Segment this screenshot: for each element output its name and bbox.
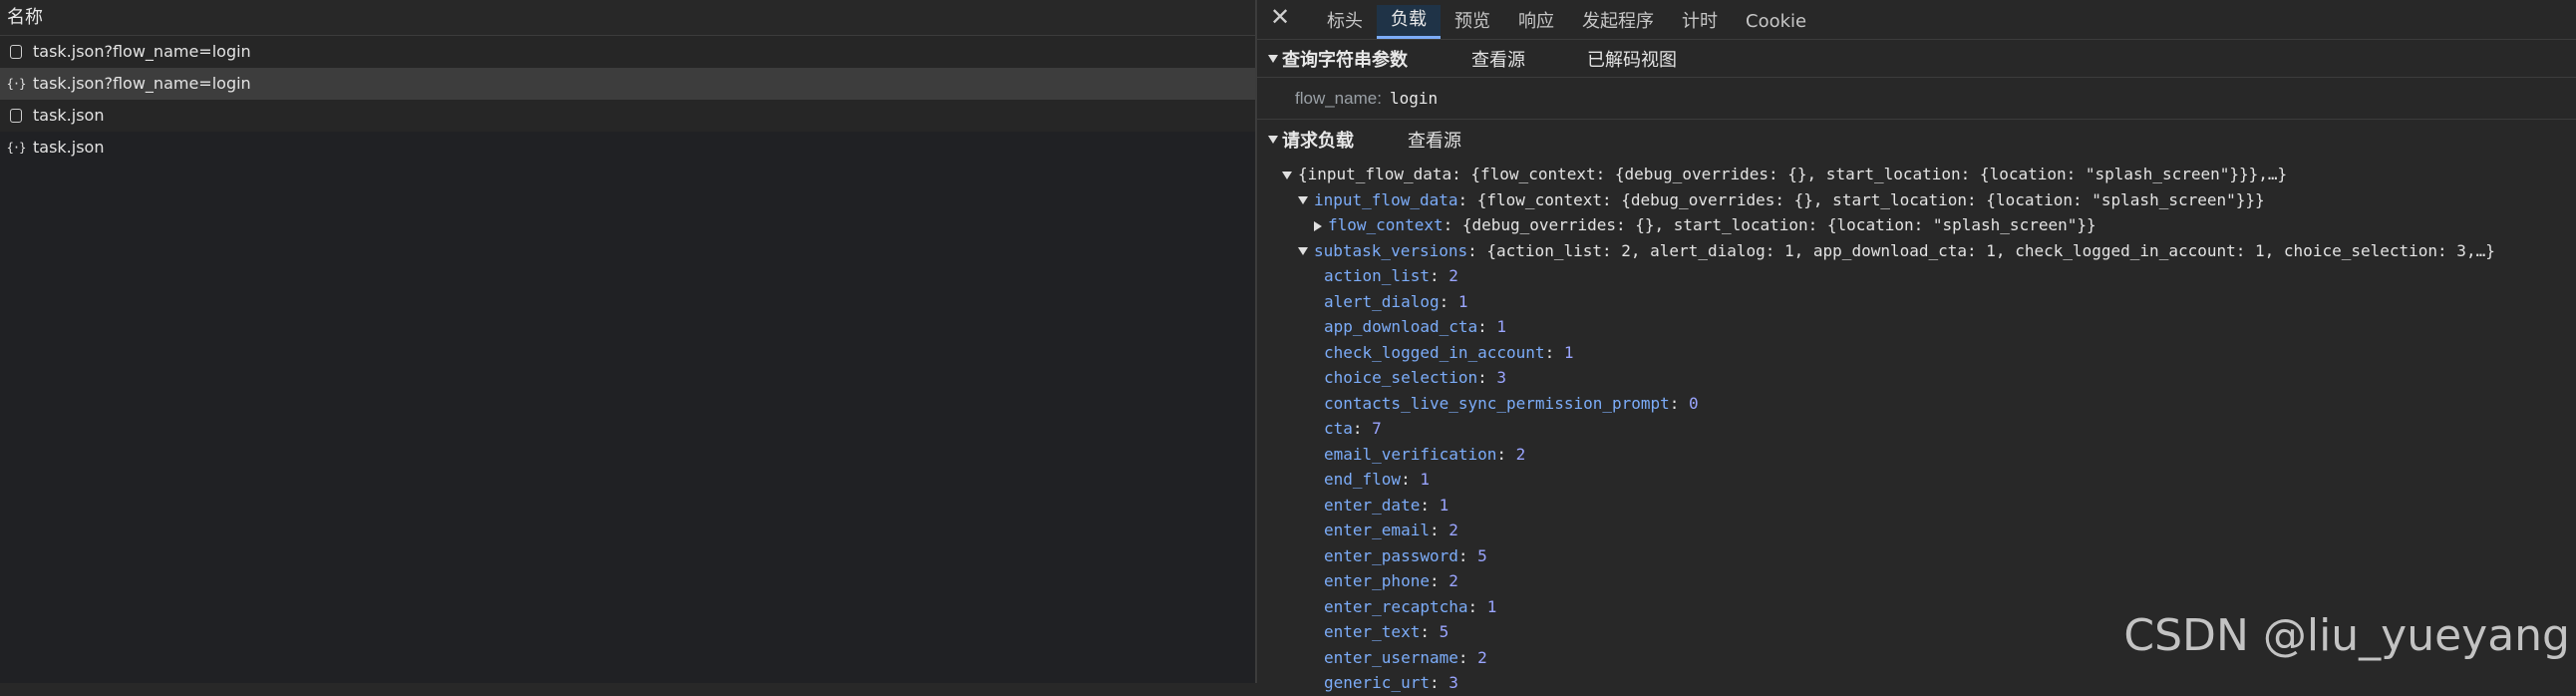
tree-summary: {action_list: 2, alert_dialog: 1, app_do… [1486,240,2495,260]
request-name: task.json?flow_name=login [33,42,251,61]
request-name: task.json?flow_name=login [33,74,251,93]
leaf-value: 1 [1439,495,1449,515]
query-params-title: 查询字符串参数 [1282,49,1408,71]
leaf-key: enter_email [1324,521,1430,539]
view-decoded-button[interactable]: 已解码视图 [1587,46,1677,72]
tree-leaf[interactable]: end_flow: 1 [1257,467,2576,493]
tree-root[interactable]: {input_flow_data: {flow_context: {debug_… [1257,162,2576,187]
leaf-key: enter_password [1324,545,1458,565]
leaf-key: end_flow [1324,470,1402,489]
param-key: flow_name: [1295,89,1382,108]
watermark: CSDN @liu_yueyang [2123,610,2570,661]
collapse-triangle-icon[interactable] [1268,136,1278,144]
leaf-key: check_logged_in_account [1324,342,1545,362]
tab-preview[interactable]: 预览 [1441,5,1504,39]
leaf-value: 1 [1486,596,1497,616]
leaf-value: 1 [1563,342,1574,362]
leaf-key: email_verification [1324,444,1497,464]
leaf-value: 7 [1372,419,1382,438]
tab-headers[interactable]: 标头 [1313,5,1377,39]
collapse-triangle-icon[interactable] [1268,54,1278,63]
leaf-value: 2 [1449,521,1458,539]
leaf-key: enter_date [1324,495,1421,515]
view-source-button[interactable]: 查看源 [1471,46,1525,72]
leaf-key: action_list [1324,266,1430,285]
tree-leaf[interactable]: enter_date: 1 [1257,493,2576,519]
request-row[interactable]: task.json [0,100,1255,132]
leaf-value: 0 [1689,393,1699,413]
tree-subtask-versions[interactable]: subtask_versions: {action_list: 2, alert… [1257,238,2576,264]
tree-leaf[interactable]: enter_email: 2 [1257,518,2576,543]
tree-summary: {debug_overrides: {}, start_location: {l… [1461,215,2096,234]
json-icon: {·} [6,77,27,91]
query-param-row: flow_name: login [1257,78,2576,120]
expand-arrow-icon[interactable] [1314,220,1322,231]
request-rows: task.json?flow_name=login {·} task.json?… [0,36,1255,164]
query-params-header[interactable]: 查询字符串参数 查看源 已解码视图 [1257,40,2576,78]
tree-leaf[interactable]: choice_selection: 3 [1257,365,2576,391]
leaf-key: contacts_live_sync_permission_prompt [1324,393,1670,413]
leaf-key: enter_phone [1324,571,1430,590]
leaf-value: 2 [1515,444,1526,464]
leaf-value: 5 [1477,545,1487,565]
root-summary: {input_flow_data: {flow_context: {debug_… [1298,165,2288,183]
tree-leaf[interactable]: enter_phone: 2 [1257,568,2576,594]
document-icon [8,108,24,124]
document-icon [8,44,24,60]
tree-key: subtask_versions [1314,240,1468,260]
leaf-key: enter_username [1324,647,1458,667]
tree-leaf[interactable]: email_verification: 2 [1257,442,2576,468]
request-row[interactable]: task.json?flow_name=login [0,36,1255,68]
tree-leaf[interactable]: contacts_live_sync_permission_prompt: 0 [1257,391,2576,417]
leaf-value: 1 [1420,470,1430,489]
leaf-value: 1 [1496,317,1507,336]
tree-key: flow_context [1328,215,1444,234]
tab-timing[interactable]: 计时 [1668,5,1732,39]
tab-payload[interactable]: 负载 [1377,5,1441,39]
close-icon[interactable]: ✕ [1267,3,1293,31]
leaf-key: enter_text [1324,622,1421,641]
request-name: task.json [33,106,105,125]
expand-arrow-icon[interactable] [1298,196,1308,204]
payload-title: 请求负载 [1282,131,1354,152]
leaf-key: cta [1324,419,1353,438]
leaf-value: 2 [1477,647,1487,667]
expand-arrow-icon[interactable] [1282,171,1292,179]
json-icon: {·} [6,141,27,155]
details-tabbar: ✕ 标头 负载 预览 响应 发起程序 计时 Cookie [1257,0,2576,40]
tab-list: 标头 负载 预览 响应 发起程序 计时 Cookie [1313,0,1820,39]
expand-arrow-icon[interactable] [1298,247,1308,255]
tree-input-flow-data[interactable]: input_flow_data: {flow_context: {debug_o… [1257,187,2576,213]
tree-leaf[interactable]: enter_password: 5 [1257,543,2576,569]
request-details-panel: ✕ 标头 负载 预览 响应 发起程序 计时 Cookie 查询字符串参数 查看源… [1257,0,2576,692]
leaf-key: app_download_cta [1324,317,1478,336]
tree-leaf[interactable]: cta: 7 [1257,416,2576,442]
name-column-header[interactable]: 名称 [0,0,1255,36]
payload-header[interactable]: 请求负载 查看源 [1257,120,2576,160]
tree-flow-context[interactable]: flow_context: {debug_overrides: {}, star… [1257,212,2576,238]
request-name: task.json [33,138,105,157]
tab-cookie[interactable]: Cookie [1732,5,1820,39]
param-value: login [1389,89,1439,108]
request-list: 名称 task.json?flow_name=login {·} task.js… [0,0,1257,683]
leaf-key: choice_selection [1324,368,1478,387]
payload-view-source-button[interactable]: 查看源 [1408,127,1461,153]
leaf-key: enter_recaptcha [1324,596,1468,616]
tree-leaf[interactable]: app_download_cta: 1 [1257,314,2576,340]
tree-leaf[interactable]: action_list: 2 [1257,263,2576,289]
leaf-value: 3 [1496,368,1507,387]
leaf-value: 2 [1449,571,1458,590]
leaf-key: alert_dialog [1324,291,1440,311]
request-row[interactable]: {·} task.json [0,132,1255,164]
leaf-value: 1 [1457,291,1468,311]
request-row-selected[interactable]: {·} task.json?flow_name=login [0,68,1255,100]
tree-summary: {flow_context: {debug_overrides: {}, sta… [1476,189,2265,209]
tree-leaf[interactable]: check_logged_in_account: 1 [1257,340,2576,366]
leaf-value: 5 [1439,622,1449,641]
leaf-value: 2 [1449,266,1458,285]
tab-response[interactable]: 响应 [1504,5,1568,39]
tree-leaf[interactable]: alert_dialog: 1 [1257,289,2576,315]
tab-initiator[interactable]: 发起程序 [1568,5,1668,39]
tree-key: input_flow_data [1314,189,1458,209]
